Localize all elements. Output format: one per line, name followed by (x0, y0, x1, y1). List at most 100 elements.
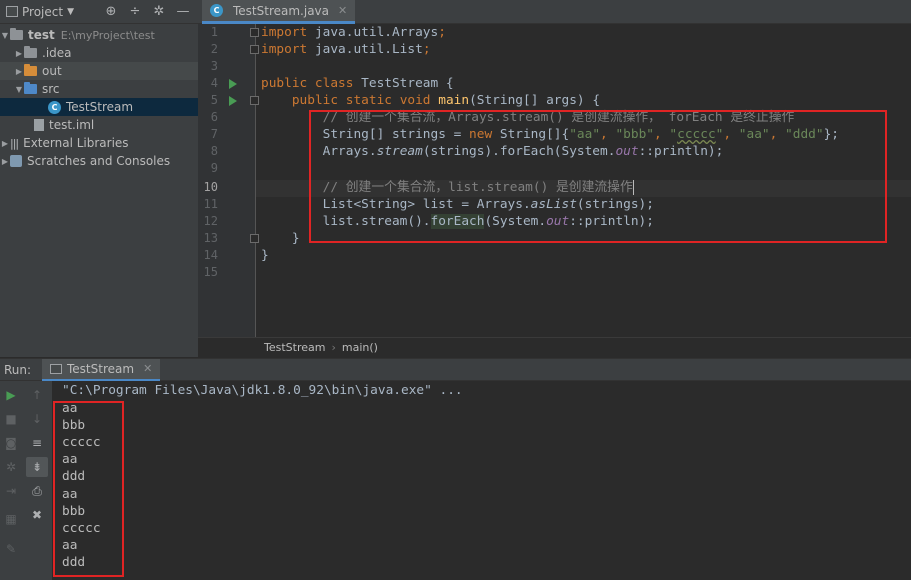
keyword: public class (261, 76, 354, 91)
keyword: import (261, 25, 308, 40)
line-number: 13 (203, 231, 218, 245)
line-number: 8 (210, 144, 218, 158)
tree-item-out[interactable]: ▶ out (0, 62, 198, 80)
exit-icon[interactable]: ⇥ (0, 481, 22, 501)
stop-icon[interactable]: ■ (0, 409, 22, 429)
tree-item-idea[interactable]: ▶ .idea (0, 44, 198, 62)
chevron-down-icon[interactable]: ▼ (0, 31, 10, 40)
chevron-right-icon[interactable]: ▶ (14, 49, 24, 58)
close-icon[interactable]: ✕ (143, 362, 152, 375)
tree-item-label: test.iml (49, 118, 95, 132)
camera-icon[interactable]: ◙ (0, 433, 22, 453)
line-number: 6 (210, 110, 218, 124)
print-icon[interactable]: ⎙ (26, 481, 48, 501)
project-view-label: Project (22, 4, 64, 19)
console-icon (50, 363, 62, 374)
folder-icon (24, 64, 37, 76)
tree-item-teststream[interactable]: C TestStream (0, 98, 198, 116)
close-icon[interactable]: ✕ (338, 4, 347, 17)
line-number: 9 (210, 161, 218, 175)
library-icon: ||| (10, 136, 19, 150)
code-text: java.util.List (307, 42, 423, 57)
code-text: } (261, 248, 269, 263)
chevron-down-icon[interactable]: ▼ (14, 85, 24, 94)
layout-icon[interactable]: ▦ (0, 509, 22, 529)
line-number: 5 (210, 93, 218, 107)
code-line-1: import java.util.Arrays; (261, 24, 446, 41)
tree-item-label: test (28, 28, 55, 42)
line-number: 14 (203, 248, 218, 262)
tree-item-label: src (42, 82, 60, 96)
chevron-right-icon[interactable]: ▶ (0, 139, 10, 148)
tree-item-label: Scratches and Consoles (27, 154, 171, 168)
down-icon[interactable]: ↓ (26, 409, 48, 429)
chevron-down-icon: ▼ (67, 6, 74, 17)
breadcrumb-method[interactable]: main() (342, 341, 378, 354)
tab-teststream-java[interactable]: C TestStream.java ✕ (202, 0, 356, 24)
pin-icon[interactable]: ✎ (0, 539, 22, 559)
chevron-right-icon[interactable]: ▶ (14, 67, 24, 76)
collapse-icon[interactable]: ÷ (128, 4, 142, 19)
editor-tab-bar: C TestStream.java ✕ (198, 0, 911, 24)
code-text: java.util.Arrays (307, 25, 439, 40)
scroll-end-icon[interactable]: ⇟ (26, 457, 48, 477)
scratches-icon (10, 155, 22, 167)
folder-icon (24, 46, 37, 58)
soft-wrap-icon[interactable]: ≡ (26, 433, 48, 453)
code-line-5: public static void main(String[] args) { (261, 92, 600, 109)
tree-item-label: .idea (42, 46, 72, 60)
code-line-4: public class TestStream { (261, 75, 454, 92)
run-icon[interactable]: ▶ (0, 385, 22, 405)
code-line-14: } (261, 247, 269, 264)
line-number: 2 (210, 42, 218, 56)
tree-item-label: TestStream (66, 100, 134, 114)
console-command: "C:\Program Files\Java\jdk1.8.0_92\bin\j… (62, 383, 463, 398)
tree-item-test[interactable]: ▼ test E:\myProject\test (0, 26, 198, 44)
folder-icon (10, 28, 23, 40)
run-tab-label: TestStream (67, 361, 135, 376)
up-icon[interactable]: ↑ (26, 385, 48, 405)
fold-icon[interactable] (250, 28, 259, 37)
line-number: 3 (210, 59, 218, 73)
tree-item-test-iml[interactable]: test.iml (0, 116, 198, 134)
source-folder-icon (24, 82, 37, 94)
breadcrumb-class[interactable]: TestStream (264, 341, 325, 354)
java-class-icon: C (48, 100, 61, 114)
settings-icon[interactable]: ✲ (152, 4, 166, 19)
line-number: 12 (203, 214, 218, 228)
target-icon[interactable]: ⊕ (104, 4, 118, 19)
semicolon: ; (422, 42, 431, 57)
settings-icon[interactable]: ✲ (0, 457, 22, 477)
fold-icon[interactable] (250, 45, 259, 54)
project-view-selector[interactable]: Project ▼ (0, 5, 74, 19)
tree-item-src[interactable]: ▼ src (0, 80, 198, 98)
keyword: public static void (291, 93, 431, 108)
console-output[interactable]: "C:\Program Files\Java\jdk1.8.0_92\bin\j… (52, 381, 911, 580)
run-tab-teststream[interactable]: TestStream ✕ (42, 358, 161, 381)
run-class-icon[interactable] (229, 79, 237, 89)
code-text: TestStream { (353, 76, 454, 91)
fold-icon[interactable] (250, 234, 259, 243)
run-toolbar: ▶ ■ ◙ ✲ ⇥ ▦ ✎ ↑ ↓ ≡ ⇟ ⎙ ✖ (0, 381, 52, 580)
tab-label: TestStream.java (233, 3, 330, 18)
java-file-icon: C (210, 4, 223, 17)
code-line-13: } (261, 230, 300, 247)
run-tool-bar: Run: TestStream ✕ (0, 358, 911, 381)
run-method-icon[interactable] (229, 96, 237, 106)
line-number: 4 (210, 76, 218, 90)
semicolon: ; (438, 25, 446, 40)
module-file-icon (34, 119, 44, 131)
fold-icon[interactable] (250, 96, 259, 105)
code-text: } (291, 231, 300, 246)
trash-icon[interactable]: ✖ (26, 505, 48, 525)
chevron-right-icon[interactable]: ▶ (0, 157, 10, 166)
project-view-icon (6, 6, 18, 17)
hide-icon[interactable]: — (176, 4, 190, 19)
project-tree: ▼ test E:\myProject\test ▶ .idea ▶ out ▼… (0, 24, 198, 357)
tree-item-external-libraries[interactable]: ▶ ||| External Libraries (0, 134, 198, 152)
annotation-box-output (53, 401, 124, 577)
line-number: 7 (210, 127, 218, 141)
tree-item-label: out (42, 64, 62, 78)
code-text: (String[] args) { (469, 93, 601, 108)
tree-item-scratches[interactable]: ▶ Scratches and Consoles (0, 152, 198, 170)
